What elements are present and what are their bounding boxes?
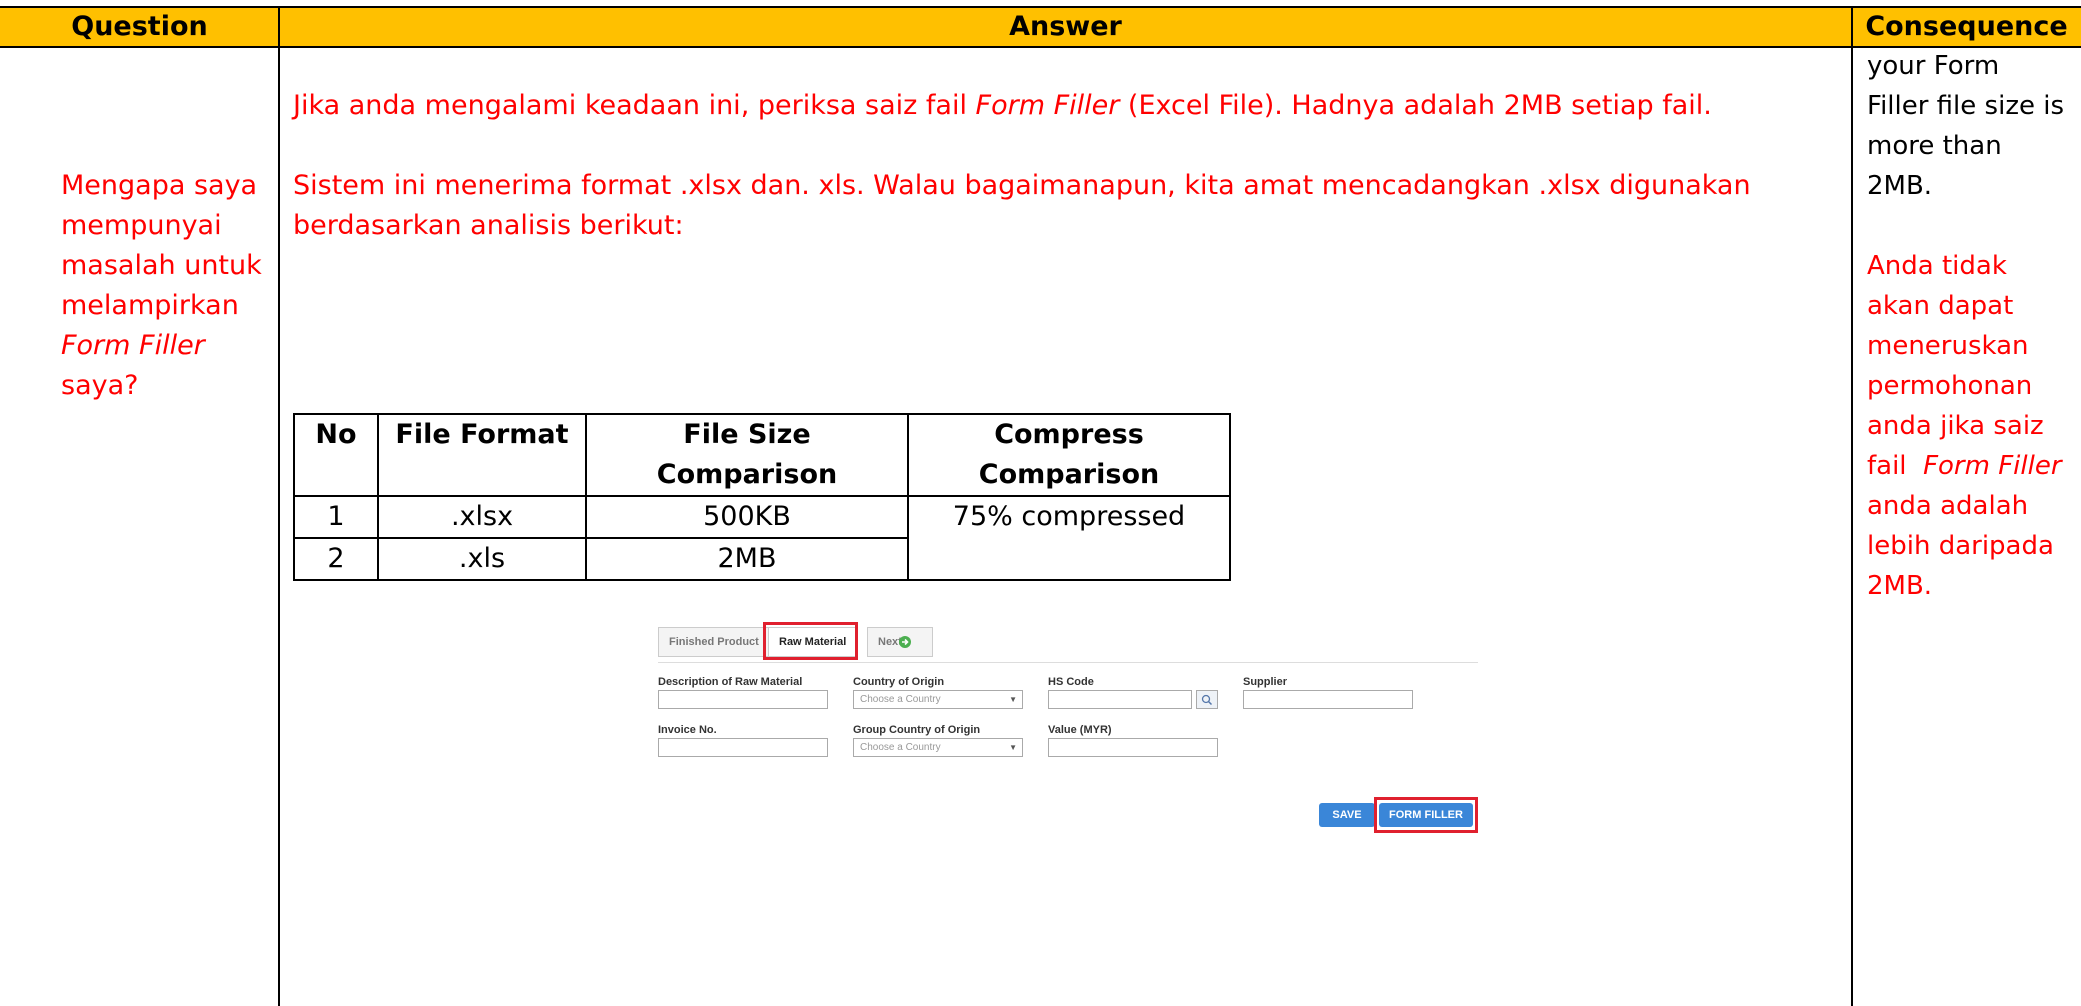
consequence-line: anda adalah [1867,491,2029,521]
answer-p2-line: berdasarkan analisis berikut: [293,210,684,241]
supplier-label: Supplier [1243,676,1288,688]
consequence-fail: fail [1867,451,1924,481]
answer-p1-end: (Excel File). Hadnya adalah 2MB setiap f… [1119,90,1712,121]
th-compress-line: Compress [994,419,1144,450]
header-divider [0,46,2081,48]
column-divider-1 [278,6,280,1006]
th-compress: Compress Comparison [907,413,1231,497]
header-question: Question [71,11,208,42]
group-country-select[interactable]: Choose a Country ▼ [853,738,1023,757]
desc-label: Description of Raw Material [658,676,803,688]
th-file-size-line: File Size [683,419,811,450]
consequence-line: 2MB. [1867,571,1933,601]
desc-input[interactable] [658,690,828,709]
column-divider-2 [1851,6,1853,1006]
th-file-format: File Format [377,413,587,497]
consequence-line: akan dapat [1867,291,2014,321]
tab-underline [658,662,1478,663]
tab-finished-product[interactable]: Finished Product [658,627,770,657]
consequence-line: more than [1867,131,2002,161]
form-screenshot: Finished Product Raw Material Next Descr… [650,615,1480,835]
value-label: Value (MYR) [1048,724,1112,736]
consequence-line: 2MB. [1867,171,1933,201]
th-no: No [293,413,379,497]
chevron-down-icon: ▼ [1009,743,1017,752]
supplier-input[interactable] [1243,690,1413,709]
invoice-input[interactable] [658,738,828,757]
chevron-down-icon: ▼ [1009,695,1017,704]
country-placeholder: Choose a Country [860,694,941,705]
cell-format: .xls [377,537,587,581]
hs-search-button[interactable] [1196,690,1218,709]
cell-format: .xlsx [377,495,587,539]
file-comparison-table: No File Format File Size Comparison Compr… [293,413,1231,581]
cell-no: 1 [293,495,379,539]
raw-material-highlight [763,622,858,660]
question-line: masalah untuk [61,250,262,281]
cell-compress: 75% compressed [907,495,1231,581]
header-answer: Answer [1009,11,1122,42]
answer-p1-start: Jika anda mengalami keadaan ini, periksa… [293,90,976,121]
answer-p1-form-filler: Form Filler [975,90,1120,121]
consequence-spacer [1867,206,2064,246]
table-border-top [0,6,2081,8]
question-line: Mengapa saya [61,170,258,201]
hs-input[interactable] [1048,690,1192,709]
answer-paragraph-1: Jika anda mengalami keadaan ini, periksa… [293,86,1712,126]
group-country-label: Group Country of Origin [853,724,981,736]
value-input[interactable] [1048,738,1218,757]
cell-size: 2MB [585,537,909,581]
save-button[interactable]: SAVE [1319,803,1375,827]
question-line: mempunyai [61,210,222,241]
answer-paragraph-2: Sistem ini menerima format .xlsx dan. xl… [293,166,1751,246]
country-select[interactable]: Choose a Country ▼ [853,690,1023,709]
consequence-line: lebih daripada [1867,531,2054,561]
hs-label: HS Code [1048,676,1094,688]
cell-size: 500KB [585,495,909,539]
table-row: 1 .xlsx 500KB 75% compressed [293,495,1231,581]
consequence-text: your Form Filler file size is more than … [1867,46,2064,606]
header-consequence: Consequence [1865,11,2068,42]
th-file-size: File Size Comparison [585,413,909,497]
consequence-line: your Form [1867,51,2000,81]
form-filler-highlight [1374,797,1478,833]
question-line: melampirkan [61,290,239,321]
question-line: Form Filler [61,330,205,361]
consequence-line: Filler file size is [1867,91,2064,121]
group-country-placeholder: Choose a Country [860,742,941,753]
consequence-line: Anda tidak [1867,251,2007,281]
question-line: saya? [61,370,139,401]
consequence-form-filler: Form Filler [1923,451,2062,481]
country-label: Country of Origin [853,676,945,688]
invoice-label: Invoice No. [658,724,717,736]
search-icon [1201,694,1213,706]
consequence-line: anda jika saiz [1867,411,2044,441]
question-text: Mengapa saya mempunyai masalah untuk mel… [61,166,262,406]
cell-no: 2 [293,537,379,581]
consequence-line: fail Form Filler [1867,446,2064,486]
th-compress-line: Comparison [978,459,1160,490]
th-file-size-line: Comparison [656,459,838,490]
table-header-row: No File Format File Size Comparison Compr… [293,413,1231,497]
consequence-line: meneruskan [1867,331,2029,361]
next-arrow-icon [899,636,911,648]
answer-p2-line: Sistem ini menerima format .xlsx dan. xl… [293,170,1751,201]
consequence-line: permohonan [1867,371,2033,401]
